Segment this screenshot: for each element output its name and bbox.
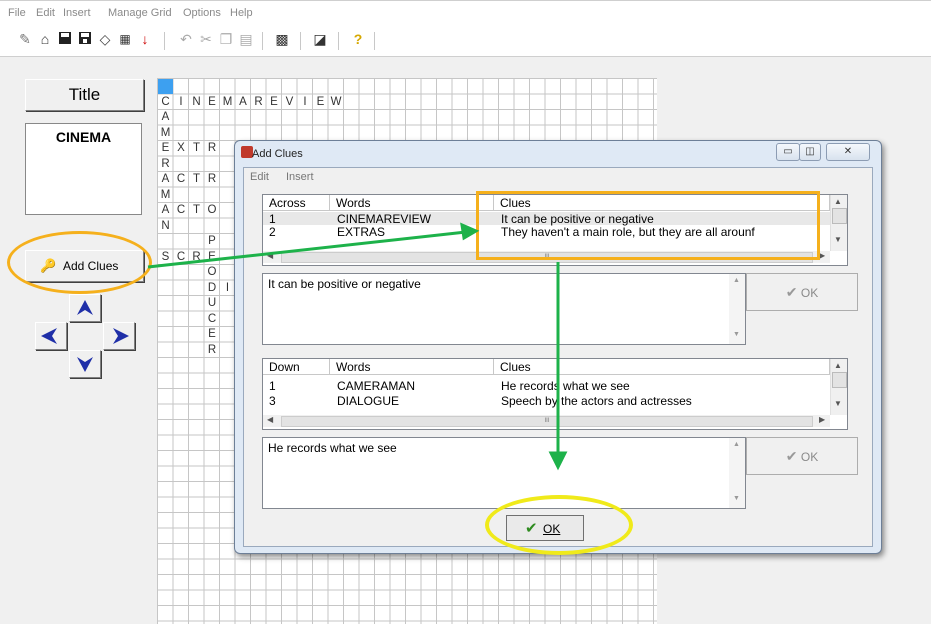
annotation-arrows bbox=[147, 222, 568, 471]
green-arrow-head bbox=[460, 222, 480, 241]
green-arrow-head bbox=[548, 451, 568, 471]
green-arrow-line bbox=[147, 230, 467, 269]
